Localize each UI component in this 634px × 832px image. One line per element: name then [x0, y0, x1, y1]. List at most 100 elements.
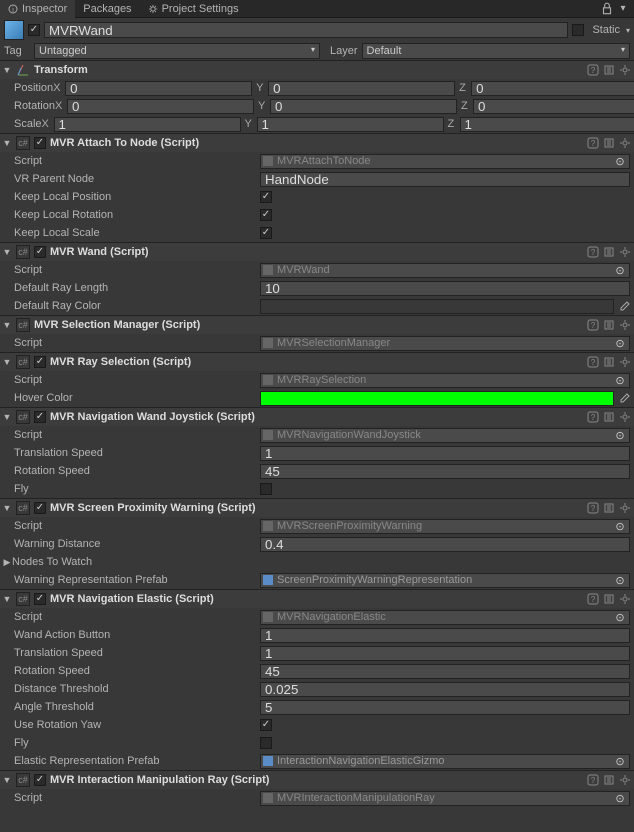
preset-icon[interactable]: [602, 773, 616, 787]
gear-icon[interactable]: [618, 63, 632, 77]
trans-speed-field[interactable]: [260, 446, 630, 461]
script-field[interactable]: MVRWand⊙: [260, 263, 630, 278]
help-icon[interactable]: ?: [586, 245, 600, 259]
component-enabled-checkbox[interactable]: [34, 411, 46, 423]
object-picker-icon[interactable]: ⊙: [613, 374, 627, 387]
gear-icon[interactable]: [618, 318, 632, 332]
script-field[interactable]: MVRSelectionManager⊙: [260, 336, 630, 351]
layer-dropdown[interactable]: Default: [362, 43, 630, 59]
warn-repr-field[interactable]: ScreenProximityWarningRepresentation⊙: [260, 573, 630, 588]
preset-icon[interactable]: [602, 63, 616, 77]
warn-dist-field[interactable]: [260, 537, 630, 552]
preset-icon[interactable]: [602, 245, 616, 259]
trans-speed-field[interactable]: [260, 646, 630, 661]
keep-pos-checkbox[interactable]: [260, 191, 272, 203]
angle-thresh-field[interactable]: [260, 700, 630, 715]
gear-icon[interactable]: [618, 355, 632, 369]
help-icon[interactable]: ?: [586, 592, 600, 606]
keep-scale-checkbox[interactable]: [260, 227, 272, 239]
tab-inspector[interactable]: i Inspector: [0, 0, 75, 18]
preset-icon[interactable]: [602, 592, 616, 606]
active-checkbox[interactable]: [28, 24, 40, 36]
script-field[interactable]: MVRRaySelection⊙: [260, 373, 630, 388]
component-enabled-checkbox[interactable]: [34, 246, 46, 258]
position-y[interactable]: [268, 81, 455, 96]
rotation-y[interactable]: [270, 99, 457, 114]
eyedropper-icon[interactable]: [618, 391, 630, 406]
rot-speed-field[interactable]: [260, 464, 630, 479]
scale-y[interactable]: [257, 117, 444, 132]
help-icon[interactable]: ?: [586, 410, 600, 424]
foldout-icon[interactable]: ▶: [2, 557, 12, 568]
object-picker-icon[interactable]: ⊙: [613, 429, 627, 442]
object-picker-icon[interactable]: ⊙: [613, 755, 627, 768]
rotation-z[interactable]: [473, 99, 634, 114]
object-picker-icon[interactable]: ⊙: [613, 264, 627, 277]
gear-icon[interactable]: [618, 592, 632, 606]
gameobject-name-field[interactable]: [44, 22, 568, 38]
component-enabled-checkbox[interactable]: [34, 593, 46, 605]
foldout-icon[interactable]: ▼: [2, 412, 12, 422]
position-z[interactable]: [471, 81, 634, 96]
keep-rot-checkbox[interactable]: [260, 209, 272, 221]
script-field[interactable]: MVRNavigationWandJoystick⊙: [260, 428, 630, 443]
yaw-checkbox[interactable]: [260, 719, 272, 731]
foldout-icon[interactable]: ▼: [2, 775, 12, 785]
elastic-repr-field[interactable]: InteractionNavigationElasticGizmo⊙: [260, 754, 630, 769]
script-field[interactable]: MVRNavigationElastic⊙: [260, 610, 630, 625]
gear-icon[interactable]: [618, 501, 632, 515]
script-field[interactable]: MVRInteractionManipulationRay⊙: [260, 791, 630, 806]
preset-icon[interactable]: [602, 355, 616, 369]
help-icon[interactable]: ?: [586, 136, 600, 150]
eyedropper-icon[interactable]: [618, 299, 630, 314]
parent-node-field[interactable]: [260, 172, 630, 187]
rot-speed-field[interactable]: [260, 664, 630, 679]
gameobject-icon[interactable]: [4, 20, 24, 40]
foldout-icon[interactable]: ▼: [2, 503, 12, 513]
scale-z[interactable]: [460, 117, 634, 132]
help-icon[interactable]: ?: [586, 318, 600, 332]
ray-length-field[interactable]: [260, 281, 630, 296]
preset-icon[interactable]: [602, 410, 616, 424]
preset-icon[interactable]: [602, 136, 616, 150]
script-field[interactable]: MVRScreenProximityWarning⊙: [260, 519, 630, 534]
gear-icon[interactable]: [618, 245, 632, 259]
object-picker-icon[interactable]: ⊙: [613, 611, 627, 624]
wand-btn-field[interactable]: [260, 628, 630, 643]
preset-icon[interactable]: [602, 501, 616, 515]
component-enabled-checkbox[interactable]: [34, 774, 46, 786]
dist-thresh-field[interactable]: [260, 682, 630, 697]
help-icon[interactable]: ?: [586, 63, 600, 77]
help-icon[interactable]: ?: [586, 501, 600, 515]
fly-checkbox[interactable]: [260, 483, 272, 495]
foldout-icon[interactable]: ▼: [2, 65, 12, 75]
rotation-x[interactable]: [67, 99, 254, 114]
tab-packages[interactable]: Packages: [75, 0, 139, 18]
gear-icon[interactable]: [618, 773, 632, 787]
lock-icon[interactable]: [600, 2, 614, 16]
help-icon[interactable]: ?: [586, 773, 600, 787]
object-picker-icon[interactable]: ⊙: [613, 574, 627, 587]
help-icon[interactable]: ?: [586, 355, 600, 369]
tab-project-settings[interactable]: Project Settings: [140, 0, 247, 18]
script-field[interactable]: MVRAttachToNode⊙: [260, 154, 630, 169]
foldout-icon[interactable]: ▼: [2, 138, 12, 148]
foldout-icon[interactable]: ▼: [2, 320, 12, 330]
foldout-icon[interactable]: ▼: [2, 357, 12, 367]
object-picker-icon[interactable]: ⊙: [613, 337, 627, 350]
tag-dropdown[interactable]: Untagged: [34, 43, 320, 59]
gear-icon[interactable]: [618, 410, 632, 424]
component-enabled-checkbox[interactable]: [34, 356, 46, 368]
object-picker-icon[interactable]: ⊙: [613, 520, 627, 533]
fly-checkbox[interactable]: [260, 737, 272, 749]
position-x[interactable]: [65, 81, 252, 96]
foldout-icon[interactable]: ▼: [2, 594, 12, 604]
static-checkbox[interactable]: [572, 24, 584, 36]
object-picker-icon[interactable]: ⊙: [613, 792, 627, 805]
object-picker-icon[interactable]: ⊙: [613, 155, 627, 168]
gear-icon[interactable]: [618, 136, 632, 150]
hover-color-field[interactable]: [260, 391, 614, 406]
scale-x[interactable]: [54, 117, 241, 132]
static-dropdown-icon[interactable]: ▾: [626, 26, 630, 35]
component-enabled-checkbox[interactable]: [34, 137, 46, 149]
